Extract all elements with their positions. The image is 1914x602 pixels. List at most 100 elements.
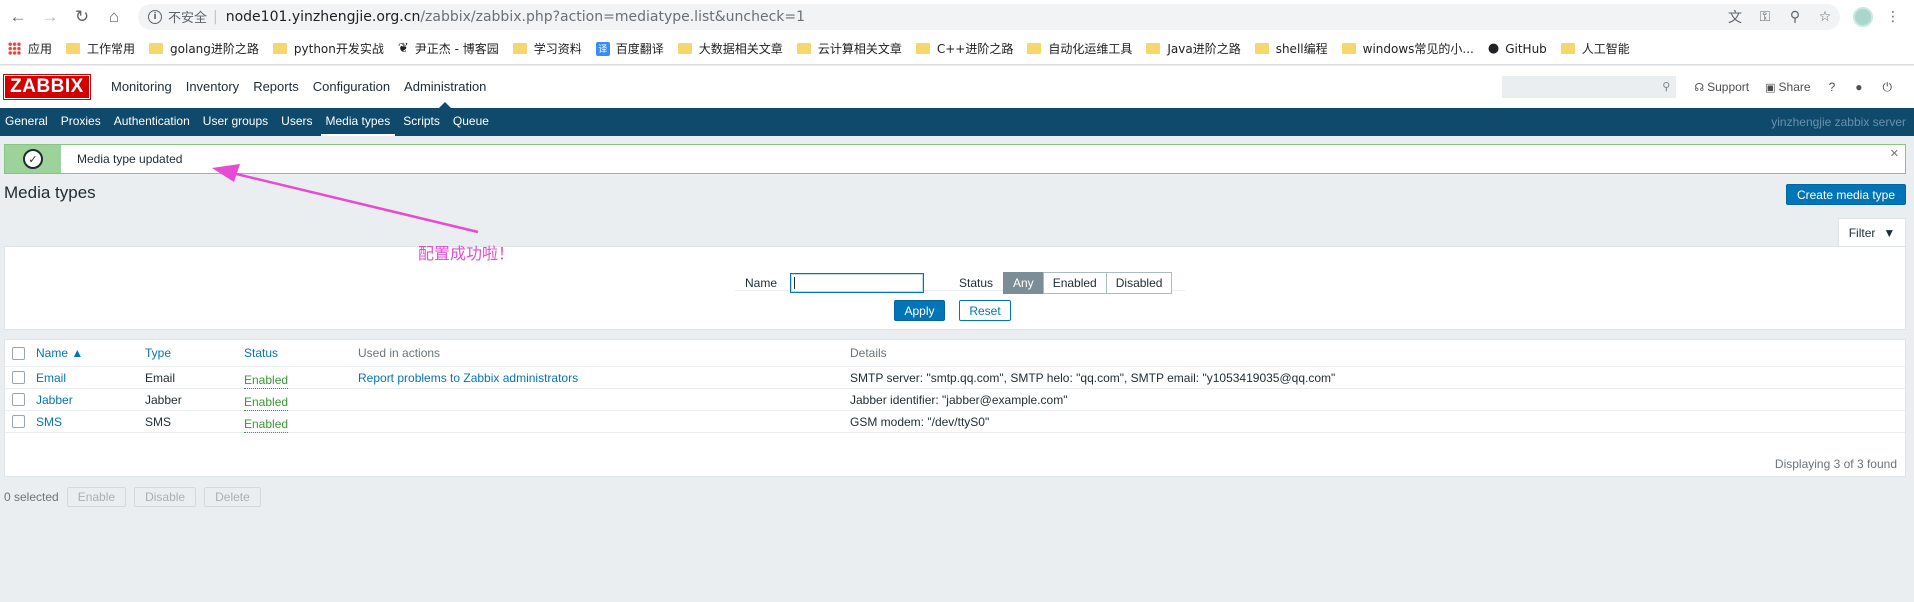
submenu-media-types[interactable]: Media types [320, 108, 396, 136]
forward-arrow-icon[interactable]: → [36, 3, 64, 31]
address-bar[interactable]: i 不安全 | node101.yinzhengjie.org.cn /zabb… [138, 3, 1840, 30]
apps-grid-icon [8, 42, 21, 55]
delete-button[interactable]: Delete [204, 487, 261, 507]
header-name[interactable]: Name ▲ [36, 340, 83, 367]
header-details: Details [850, 346, 887, 360]
search-icon[interactable]: ⚲ [1662, 80, 1670, 93]
folder-icon [1146, 43, 1161, 54]
filter-name-input[interactable] [790, 273, 924, 293]
profile-avatar-icon[interactable] [1850, 4, 1876, 30]
bookmark-label: python开发实战 [293, 42, 384, 56]
header-type[interactable]: Type [145, 340, 171, 367]
submenu-users[interactable]: Users [276, 108, 317, 136]
bookmark-label: 应用 [28, 42, 53, 56]
filter-name-label: Name [745, 276, 778, 290]
bookmark-item[interactable]: 工作常用 [66, 40, 135, 57]
status-toggle-link[interactable]: Enabled [244, 373, 289, 389]
status-toggle-link[interactable]: Enabled [244, 395, 289, 411]
apply-button[interactable]: Apply [894, 300, 945, 321]
bookmark-item[interactable]: 译百度翻译 [595, 40, 664, 57]
submenu-authentication[interactable]: Authentication [109, 108, 195, 136]
success-message: ✓ Media type updated ✕ [4, 144, 1906, 174]
bookmark-item[interactable]: 应用 [8, 40, 52, 57]
translate-icon: 译 [595, 41, 610, 56]
bookmarks-bar: 应用 工作常用 golang进阶之路 python开发实战 ❦ 尹正杰 - 博客园 学习资料… [0, 33, 1914, 65]
row-checkbox[interactable] [12, 415, 25, 428]
header-status[interactable]: Status [244, 340, 278, 367]
menu-inventory[interactable]: Inventory [179, 66, 246, 108]
reset-button[interactable]: Reset [959, 300, 1011, 321]
page-title: Media types [4, 183, 96, 202]
submenu-proxies[interactable]: Proxies [56, 108, 106, 136]
bookmark-item[interactable]: python开发实战 [272, 40, 384, 57]
bookmark-item[interactable]: C++进阶之路 [915, 40, 1013, 57]
zabbix-logo[interactable]: ZABBIX [4, 75, 90, 99]
media-name-link[interactable]: Email [36, 367, 66, 389]
bookmark-item[interactable]: windows常见的小... [1341, 40, 1474, 57]
user-profile-icon[interactable]: ● [1855, 80, 1862, 94]
used-in-action-link[interactable]: Report problems to Zabbix administrators [358, 367, 578, 389]
global-search-input[interactable]: ⚲ [1502, 76, 1677, 98]
bookmark-label: shell编程 [1275, 42, 1328, 56]
star-icon[interactable]: ☆ [1812, 4, 1838, 30]
help-icon[interactable]: ? [1829, 80, 1836, 94]
bookmark-item[interactable]: Java进阶之路 [1146, 40, 1241, 57]
enable-button[interactable]: Enable [66, 487, 127, 507]
submenu-user-groups[interactable]: User groups [198, 108, 273, 136]
status-toggle-link[interactable]: Enabled [244, 417, 289, 433]
menu-monitoring[interactable]: Monitoring [104, 66, 179, 108]
create-media-type-button[interactable]: Create media type [1786, 184, 1906, 205]
reload-icon[interactable]: ↻ [68, 3, 96, 31]
bookmark-item[interactable]: 人工智能 [1560, 40, 1630, 57]
status-disabled-option[interactable]: Disabled [1105, 272, 1173, 294]
bookmark-item[interactable]: golang进阶之路 [149, 40, 259, 57]
row-checkbox[interactable] [12, 393, 25, 406]
menu-administration[interactable]: Administration [397, 66, 493, 108]
media-type-cell: SMS [145, 415, 172, 429]
key-icon[interactable]: ⚿ [1752, 4, 1778, 30]
status-any-option[interactable]: Any [1003, 272, 1044, 294]
zoom-icon[interactable]: ⚲ [1782, 4, 1808, 30]
bookmark-item[interactable]: 云计算相关文章 [796, 40, 902, 57]
select-all-checkbox[interactable] [12, 347, 25, 360]
disable-button[interactable]: Disable [134, 487, 197, 507]
translate-icon[interactable]: 文 [1722, 4, 1748, 30]
media-name-link[interactable]: Jabber [36, 389, 73, 411]
bookmark-item[interactable]: 学习资料 [512, 40, 582, 57]
back-arrow-icon[interactable]: ← [4, 3, 32, 31]
share-label: Share [1778, 80, 1811, 94]
bookmark-item[interactable]: 自动化运维工具 [1027, 40, 1132, 57]
share-link[interactable]: ▣ Share [1765, 80, 1810, 94]
menu-configuration[interactable]: Configuration [306, 66, 397, 108]
admin-submenu: General Proxies Authentication User grou… [0, 108, 1914, 136]
selected-count: 0 selected [4, 490, 59, 504]
message-text: Media type updated [77, 152, 183, 166]
sign-out-icon[interactable]: ⏻ [1883, 80, 1893, 95]
filter-status-label: Status [959, 276, 994, 290]
submenu-scripts[interactable]: Scripts [398, 108, 445, 136]
home-icon[interactable]: ⌂ [100, 3, 128, 31]
folder-icon [66, 43, 81, 54]
bookmark-item[interactable]: 大数据相关文章 [677, 40, 783, 57]
bookmark-item[interactable]: ● GitHub [1488, 41, 1547, 56]
github-icon: ● [1487, 41, 1500, 56]
menu-reports[interactable]: Reports [246, 66, 306, 108]
submenu-queue[interactable]: Queue [448, 108, 494, 136]
folder-icon [512, 43, 527, 54]
bookmark-item[interactable]: shell编程 [1254, 40, 1328, 57]
row-checkbox[interactable] [12, 371, 25, 384]
kebab-menu-icon[interactable]: ⋮ [1880, 4, 1906, 30]
support-link[interactable]: ☊ Support [1694, 80, 1749, 94]
media-name-link[interactable]: SMS [36, 411, 62, 433]
filter-tab[interactable]: Filter ▼ [1838, 218, 1906, 246]
folder-icon [272, 43, 287, 54]
status-enabled-option[interactable]: Enabled [1042, 272, 1107, 294]
folder-icon [1341, 43, 1356, 54]
details-cell: SMTP server: "smtp.qq.com", SMTP helo: "… [850, 371, 1336, 385]
info-icon[interactable]: i [148, 9, 162, 24]
submenu-general[interactable]: General [0, 108, 53, 136]
bookmark-item[interactable]: ❦ 尹正杰 - 博客园 [398, 40, 499, 57]
close-icon[interactable]: ✕ [1890, 147, 1899, 160]
table-footer: Displaying 3 of 3 found [1774, 457, 1897, 471]
headset-icon: ☊ [1694, 81, 1705, 94]
